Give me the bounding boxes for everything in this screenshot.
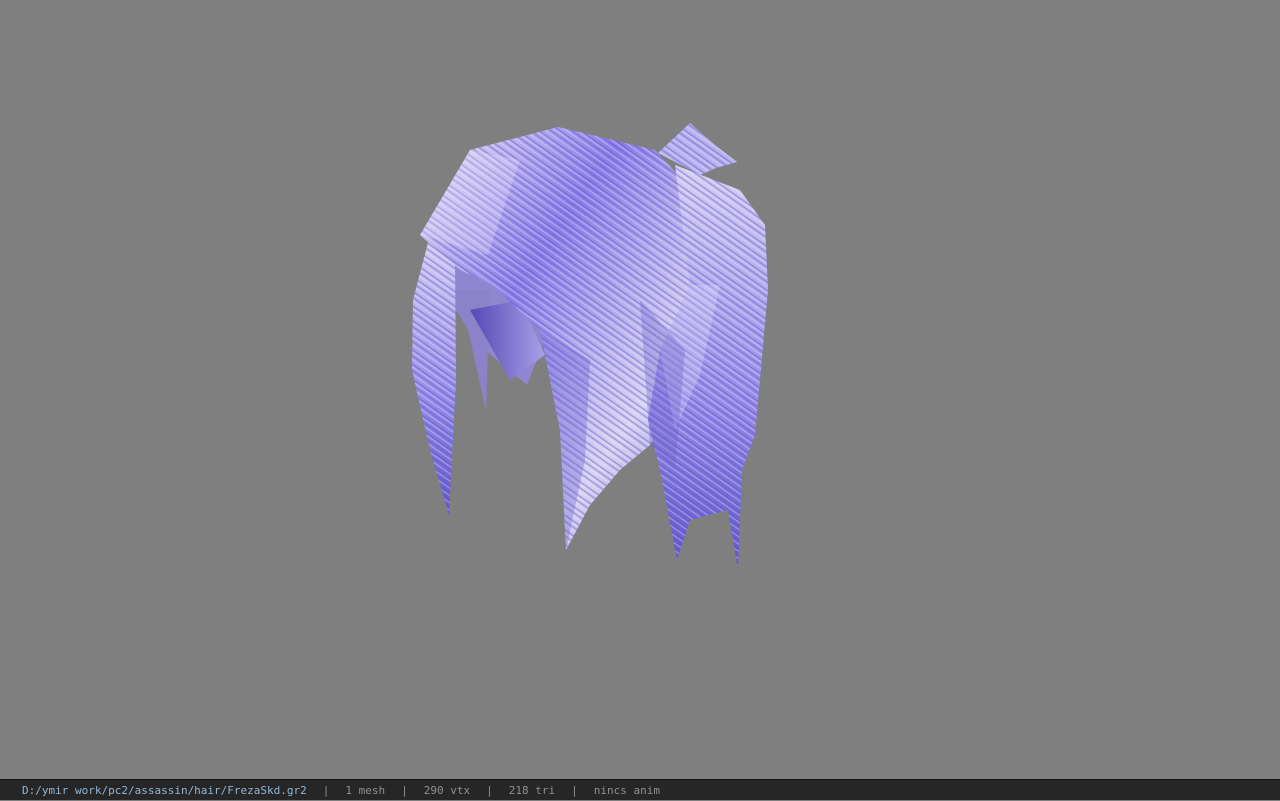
- mesh-count: 1 mesh: [345, 783, 386, 797]
- separator: |: [322, 783, 330, 797]
- vertex-count: 290 vtx: [423, 783, 471, 797]
- 3d-viewport[interactable]: [0, 0, 1280, 779]
- separator: |: [571, 783, 578, 797]
- status-bar: D:/ymir work/pc2/assassin/hair/FrezaSkd.…: [0, 779, 1280, 800]
- animation-status: nincs anim: [593, 783, 660, 797]
- hair-model: [412, 123, 768, 570]
- separator: |: [486, 783, 493, 797]
- separator: |: [401, 783, 408, 797]
- triangle-count: 218 tri: [508, 783, 556, 797]
- file-path: D:/ymir work/pc2/assassin/hair/FrezaSkd.…: [22, 783, 307, 797]
